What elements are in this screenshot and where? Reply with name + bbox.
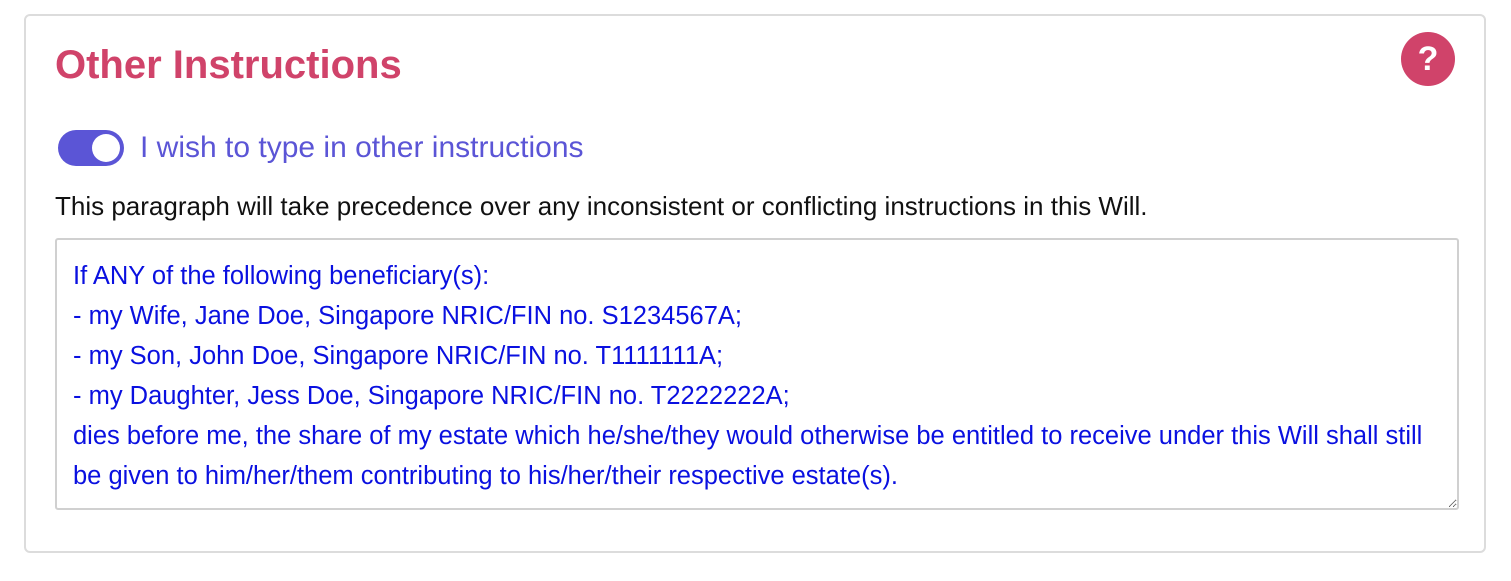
other-instructions-textarea[interactable]: If ANY of the following beneficiary(s): … [55,238,1459,510]
toggle-knob [92,134,120,162]
other-instructions-card: Other Instructions ? I wish to type in o… [24,14,1486,553]
other-instructions-toggle-row[interactable]: I wish to type in other instructions [58,128,584,168]
section-title: Other Instructions [55,43,402,87]
precedence-note: This paragraph will take precedence over… [55,191,1148,221]
help-icon[interactable]: ? [1401,32,1455,86]
other-instructions-toggle[interactable] [58,130,124,166]
toggle-label[interactable]: I wish to type in other instructions [140,128,584,168]
